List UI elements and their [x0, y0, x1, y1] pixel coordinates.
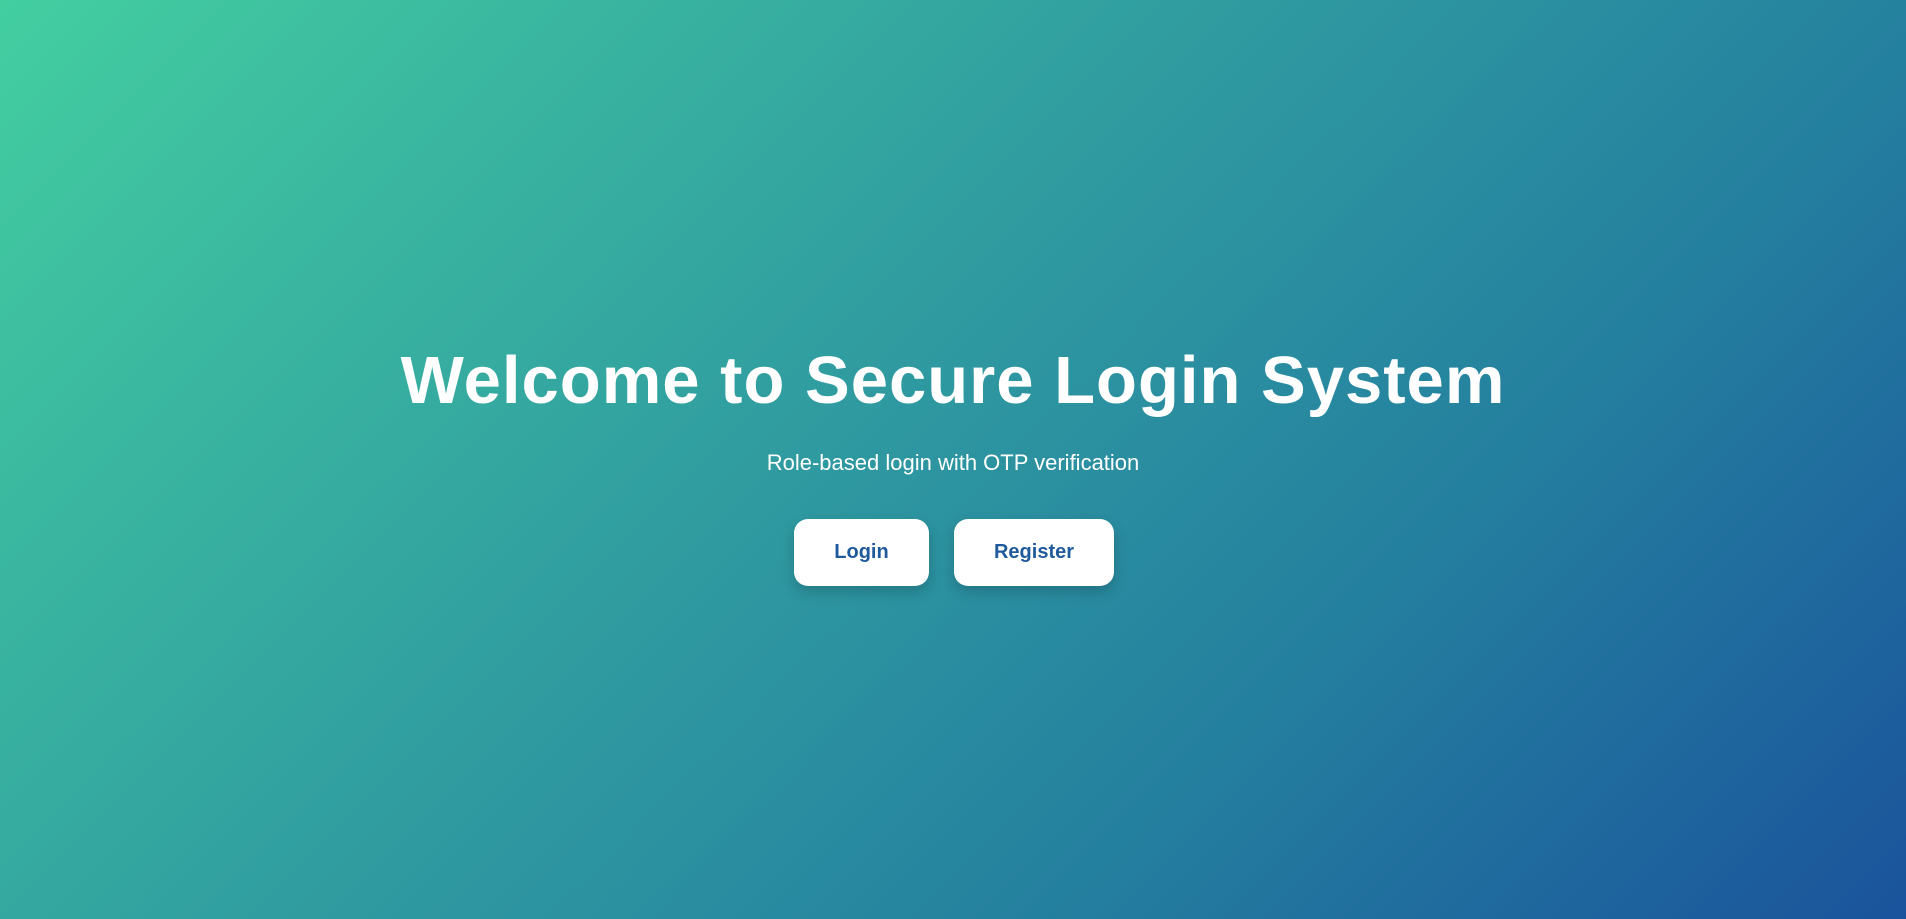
- login-button[interactable]: Login: [794, 519, 929, 586]
- page-title: Welcome to Secure Login System: [400, 343, 1506, 418]
- hero-section: Welcome to Secure Login System Role-base…: [0, 0, 1906, 919]
- page-subtitle: Role-based login with OTP verification: [766, 450, 1140, 475]
- register-button[interactable]: Register: [954, 519, 1114, 586]
